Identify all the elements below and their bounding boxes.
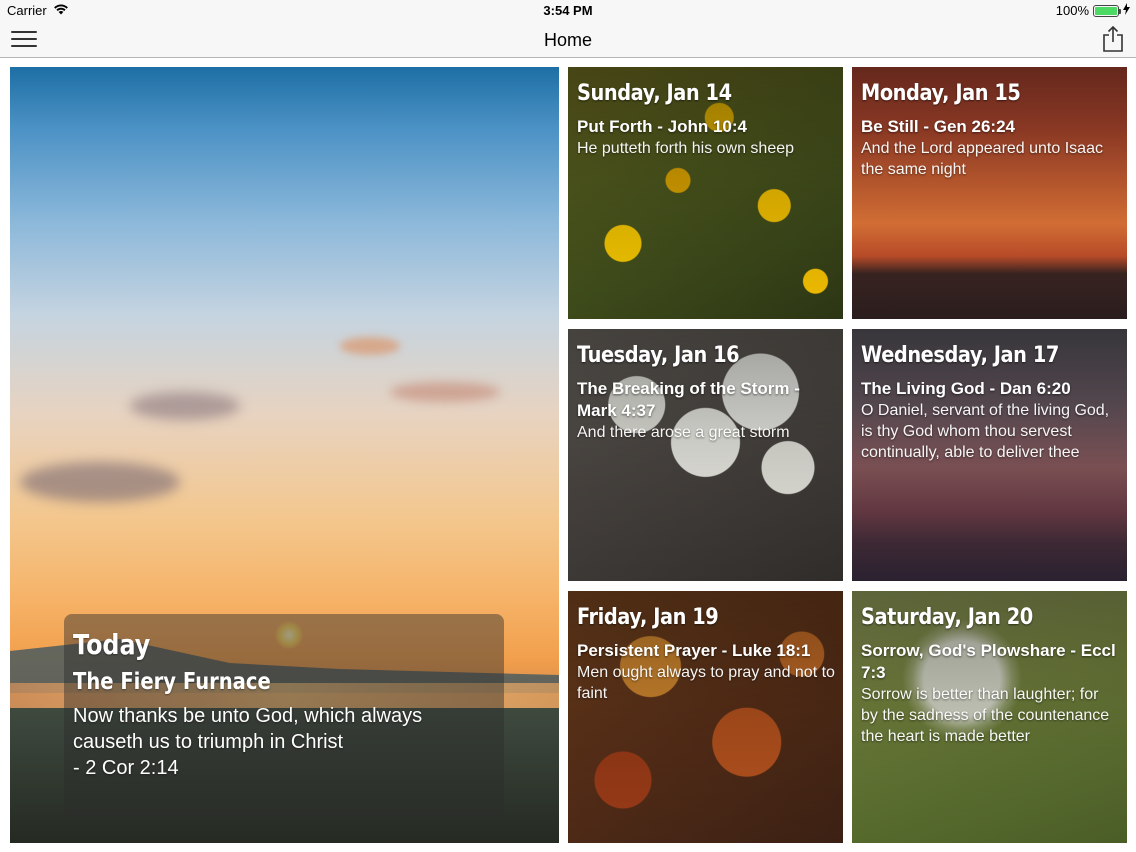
- tile-title: The Breaking of the Storm - Mark 4:37: [577, 379, 800, 420]
- tile-date: Monday, Jan 15: [861, 81, 1021, 106]
- featured-caption: Today The Fiery Furnace Now thanks be un…: [73, 627, 519, 781]
- tile-title: Be Still - Gen 26:24: [861, 117, 1015, 136]
- tile-title: Put Forth - John 10:4: [577, 117, 747, 136]
- share-icon[interactable]: [1102, 25, 1124, 52]
- featured-devotional-tile[interactable]: Today The Fiery Furnace Now thanks be un…: [10, 67, 559, 843]
- cloud-decoration: [390, 382, 500, 402]
- devotional-tile-sunday[interactable]: Sunday, Jan 14 Put Forth - John 10:4 He …: [568, 67, 843, 319]
- tile-caption: Sunday, Jan 14 Put Forth - John 10:4 He …: [577, 81, 835, 159]
- tile-title: Sorrow, God's Plowshare - Eccl 7:3: [861, 641, 1116, 682]
- featured-label: Today: [73, 628, 151, 661]
- tile-verse: Men ought always to pray and not to fain…: [577, 664, 835, 702]
- cloud-decoration: [340, 337, 400, 355]
- tile-verse: Sorrow is better than laughter; for by t…: [861, 686, 1110, 745]
- battery-icon: [1093, 4, 1121, 17]
- featured-title: The Fiery Furnace: [73, 669, 271, 695]
- tile-caption: Wednesday, Jan 17 The Living God - Dan 6…: [861, 343, 1119, 463]
- tile-verse: And there arose a great storm: [577, 424, 790, 441]
- page-title: Home: [543, 30, 592, 50]
- tile-verse: He putteth forth his own sheep: [577, 140, 795, 157]
- status-right: 100%: [1056, 3, 1130, 18]
- featured-verse-line: Now thanks be unto God, which always: [73, 705, 423, 727]
- devotional-tile-saturday[interactable]: Saturday, Jan 20 Sorrow, God's Plowshare…: [852, 591, 1127, 843]
- tile-caption: Monday, Jan 15 Be Still - Gen 26:24 And …: [861, 81, 1119, 180]
- tile-date: Wednesday, Jan 17: [861, 343, 1059, 368]
- tile-caption: Friday, Jan 19 Persistent Prayer - Luke …: [577, 605, 835, 704]
- tile-date: Sunday, Jan 14: [577, 81, 732, 106]
- cloud-decoration: [130, 392, 240, 420]
- tile-date: Saturday, Jan 20: [861, 605, 1033, 630]
- nav-bar: Home: [0, 22, 1136, 58]
- cloud-decoration: [20, 462, 180, 502]
- status-bar: Carrier 3:54 PM 100%: [0, 0, 1136, 22]
- tile-date: Friday, Jan 19: [577, 605, 719, 630]
- featured-verse: Now thanks be unto God, which always cau…: [73, 703, 519, 781]
- battery-fill: [1095, 6, 1117, 15]
- tile-verse: And the Lord appeared unto Isaac the sam…: [861, 140, 1103, 178]
- tile-verse: O Daniel, servant of the living God, is …: [861, 402, 1110, 461]
- status-time: 3:54 PM: [543, 3, 593, 18]
- tile-title: Persistent Prayer - Luke 18:1: [577, 641, 811, 660]
- tile-caption: Saturday, Jan 20 Sorrow, God's Plowshare…: [861, 605, 1119, 747]
- featured-verse-line: causeth us to triumph in Christ: [73, 731, 344, 753]
- battery-percent: 100%: [1055, 3, 1089, 18]
- tile-date: Tuesday, Jan 16: [577, 343, 740, 368]
- tile-title: The Living God - Dan 6:20: [861, 379, 1071, 398]
- devotional-tile-friday[interactable]: Friday, Jan 19 Persistent Prayer - Luke …: [568, 591, 843, 843]
- featured-reference: - 2 Cor 2:14: [73, 757, 179, 779]
- devotional-tile-wednesday[interactable]: Wednesday, Jan 17 The Living God - Dan 6…: [852, 329, 1127, 581]
- devotional-tile-monday[interactable]: Monday, Jan 15 Be Still - Gen 26:24 And …: [852, 67, 1127, 319]
- tile-caption: Tuesday, Jan 16 The Breaking of the Stor…: [577, 343, 835, 443]
- charging-bolt-icon: [1123, 3, 1130, 18]
- devotional-tile-tuesday[interactable]: Tuesday, Jan 16 The Breaking of the Stor…: [568, 329, 843, 581]
